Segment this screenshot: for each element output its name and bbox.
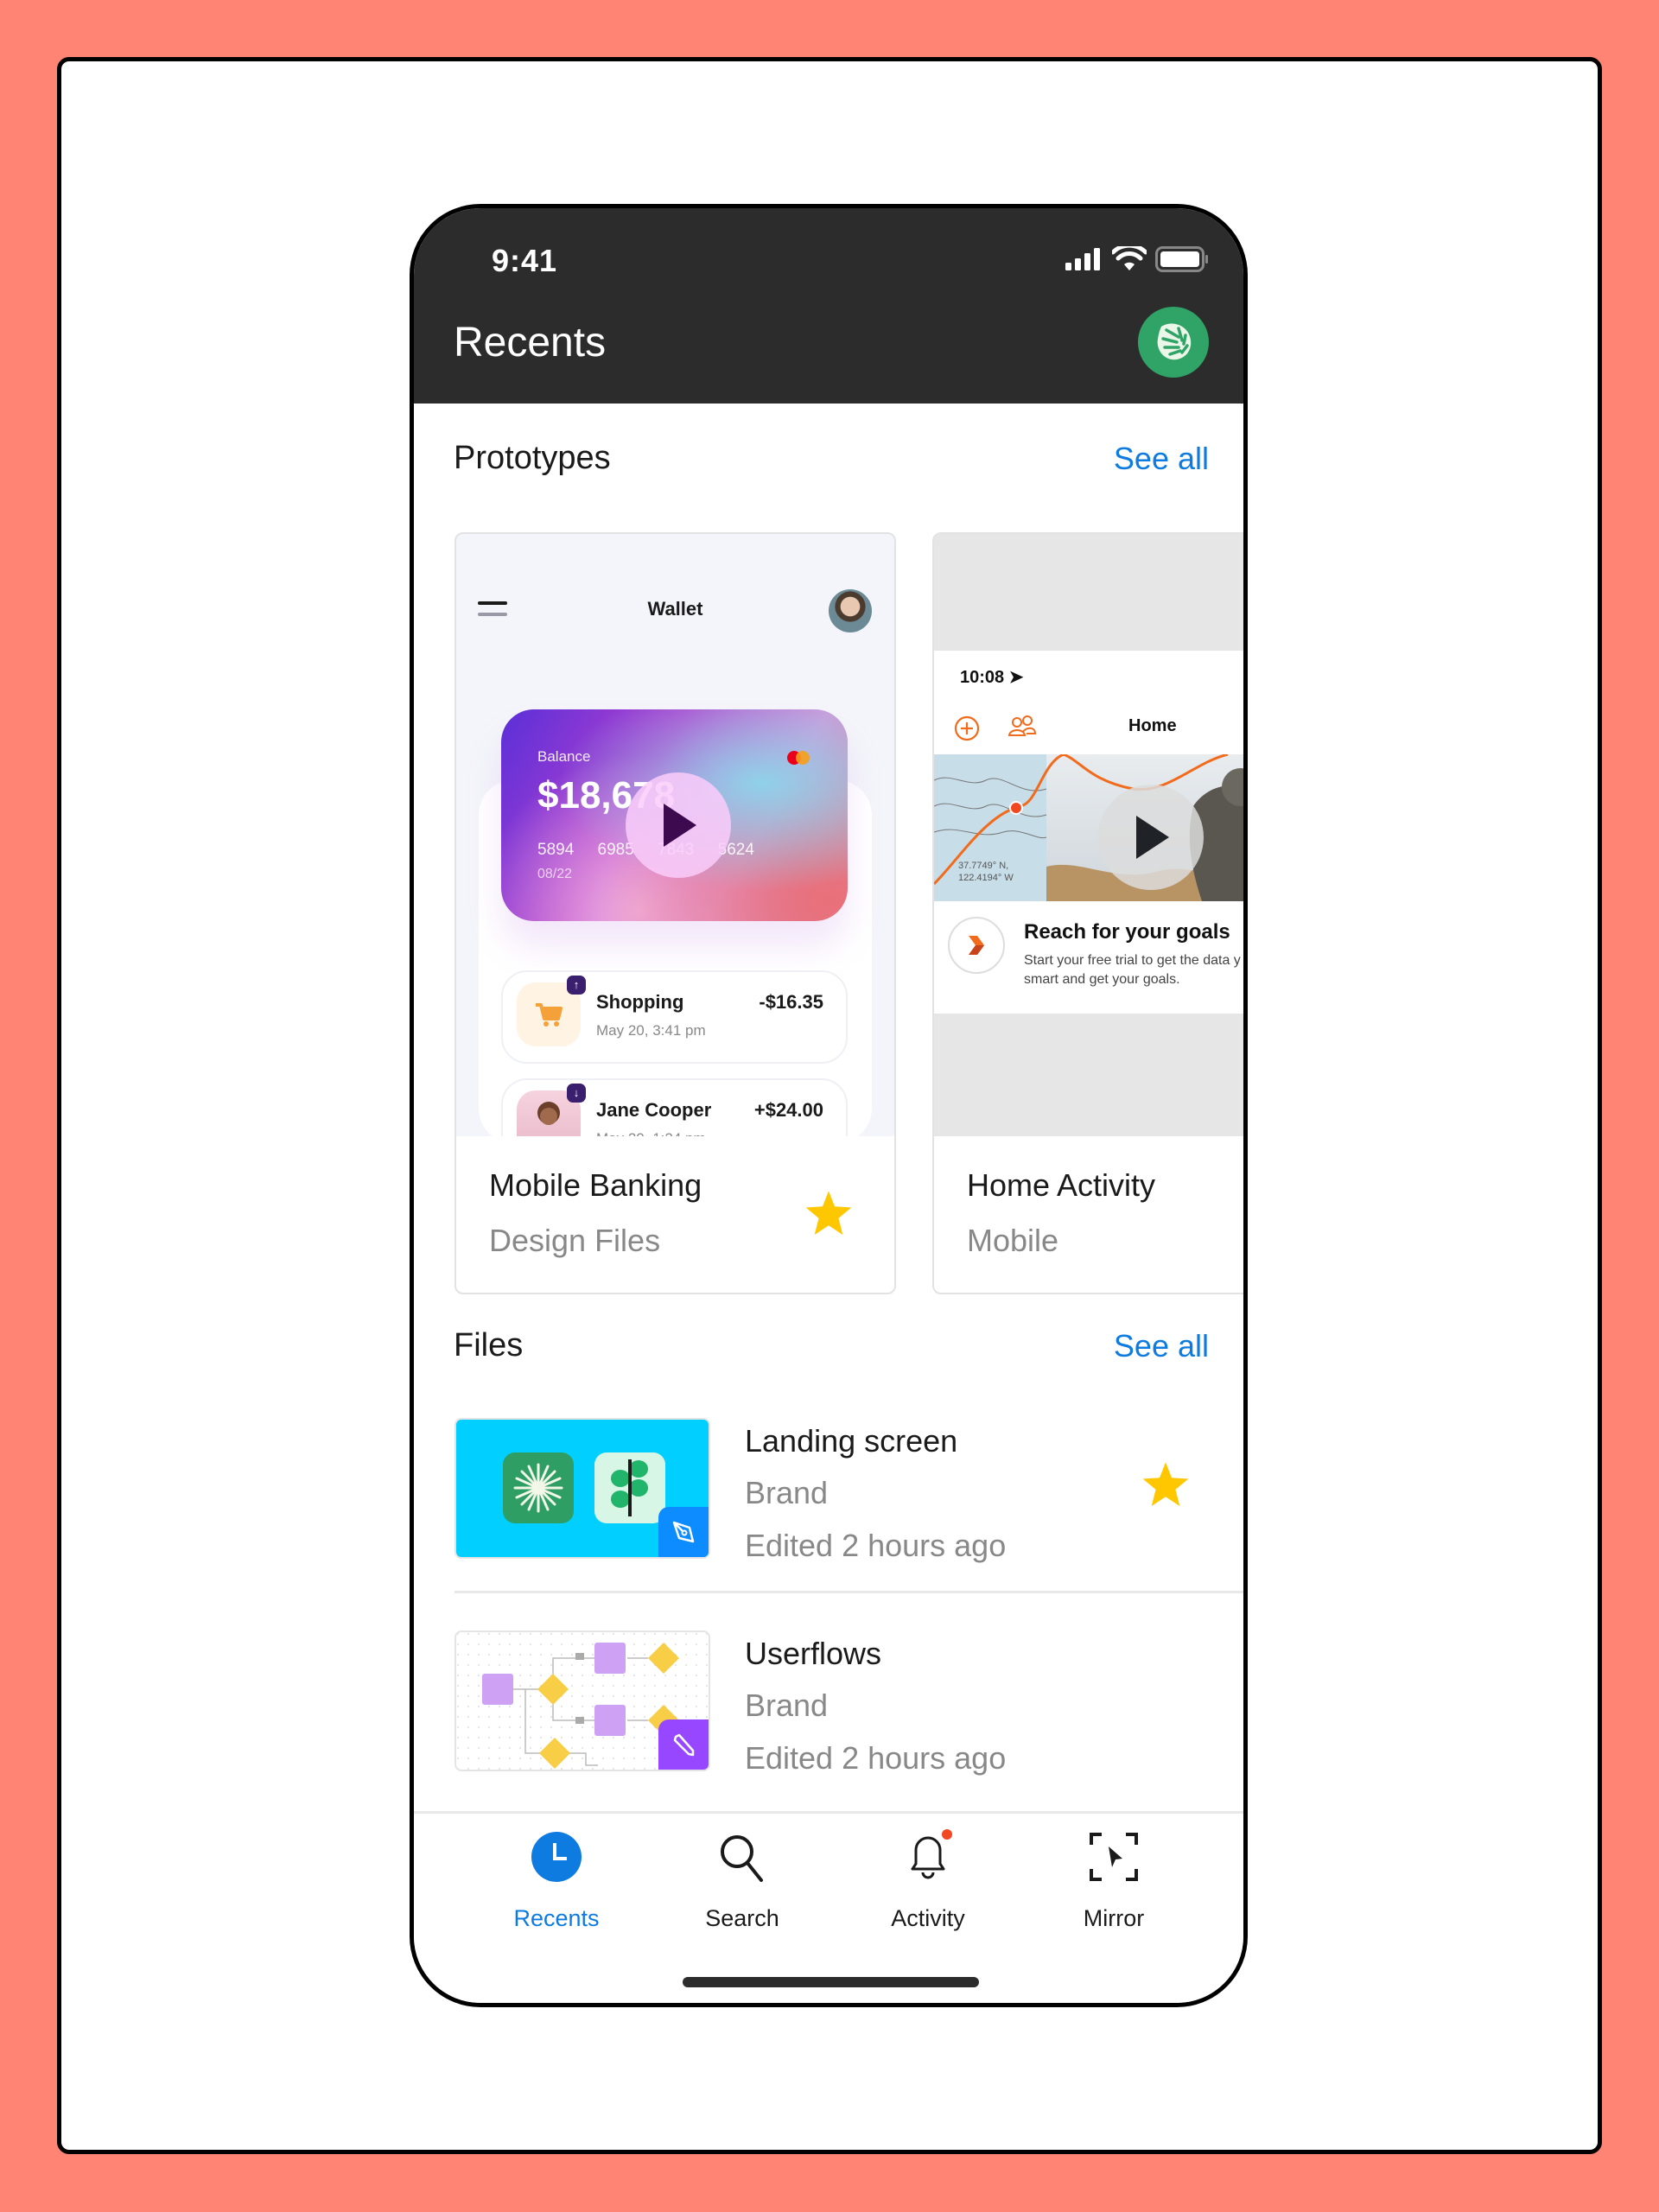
file-edited: Edited 2 hours ago	[745, 1740, 1007, 1776]
file-item-userflows[interactable]: Userflows Brand Edited 2 hours ago	[454, 1630, 1243, 1776]
tab-activity[interactable]: Activity	[855, 1814, 1001, 1943]
file-item-landing-screen[interactable]: Landing screen Brand Edited 2 hours ago	[454, 1418, 1243, 1563]
search-icon	[715, 1829, 770, 1885]
file-name: Landing screen	[745, 1423, 958, 1459]
card-info: Home Activity Mobile	[934, 1136, 1243, 1293]
prototype-card-home-activity[interactable]: 10:08 ➤ Home 37.7749° N, 122.4194° W Rea…	[932, 532, 1243, 1294]
add-circle-icon	[954, 715, 980, 741]
transaction-name: Jane Cooper	[596, 1099, 712, 1121]
tab-label: Mirror	[1083, 1905, 1145, 1931]
prototype-project: Design Files	[489, 1223, 661, 1258]
location-arrow-icon: ➤	[1008, 668, 1024, 687]
mastercard-icon	[787, 751, 811, 765]
cellular-signal-icon	[1065, 248, 1100, 270]
map-coordinates: 37.7749° N, 122.4194° W	[958, 861, 1014, 883]
people-icon	[1007, 715, 1037, 736]
balance-label: Balance	[537, 748, 591, 765]
transaction-amount: +$24.00	[753, 1099, 823, 1121]
star-icon[interactable]	[1141, 1461, 1190, 1512]
marker-icon	[658, 1719, 709, 1770]
play-button[interactable]	[626, 772, 731, 878]
card-expiry: 08/22	[537, 867, 573, 881]
goal-chevron-icon	[948, 917, 1005, 974]
clock-icon	[529, 1829, 584, 1885]
section-title-prototypes: Prototypes	[454, 440, 611, 476]
mirror-icon	[1086, 1829, 1141, 1885]
goal-text: Start your free trial to get the data y …	[1024, 953, 1241, 987]
preview-time: 10:08 ➤	[960, 668, 1024, 687]
file-name: Userflows	[745, 1636, 882, 1671]
home-indicator[interactable]	[683, 1977, 979, 1987]
prototype-project: Mobile	[967, 1223, 1059, 1258]
tab-recents[interactable]: Recents	[483, 1814, 630, 1943]
wifi-icon	[1112, 246, 1147, 270]
wallet-avatar	[829, 589, 872, 632]
file-team: Brand	[745, 1475, 829, 1510]
prototype-preview-home: 10:08 ➤ Home 37.7749° N, 122.4194° W Rea…	[934, 534, 1243, 1136]
tab-label: Search	[705, 1905, 779, 1931]
transaction-name: Shopping	[596, 991, 684, 1013]
files-header: Files See all	[454, 1327, 1209, 1364]
status-time: 9:41	[492, 243, 558, 278]
prototype-preview-wallet: Wallet Balance $18,678 5894 6985 7843 56…	[456, 534, 894, 1136]
transaction-date: May 20, 1:24 pm	[596, 1130, 706, 1136]
star-icon[interactable]	[804, 1190, 853, 1241]
file-team: Brand	[745, 1688, 829, 1723]
notification-dot	[942, 1829, 952, 1840]
file-edited: Edited 2 hours ago	[745, 1528, 1007, 1563]
arrow-up-icon: ↑	[567, 976, 586, 995]
arrow-down-icon: ↓	[567, 1084, 586, 1103]
tab-mirror[interactable]: Mirror	[1040, 1814, 1187, 1943]
prototype-card-mobile-banking[interactable]: Wallet Balance $18,678 5894 6985 7843 56…	[454, 532, 896, 1294]
goal-title: Reach for your goals	[1024, 920, 1230, 944]
play-icon	[1136, 816, 1169, 859]
transaction-date: May 20, 3:41 pm	[596, 1022, 706, 1039]
file-thumbnail	[454, 1630, 710, 1771]
phone-frame: 9:41 Recents Prototypes See all Wallet B…	[410, 204, 1248, 2007]
prototypes-header: Prototypes See all	[454, 440, 1209, 477]
tab-label: Recents	[513, 1905, 600, 1931]
transaction-amount: -$16.35	[759, 991, 823, 1013]
monstera-leaf-icon	[1157, 323, 1192, 360]
section-title-files: Files	[454, 1327, 524, 1363]
page-title: Recents	[454, 320, 607, 365]
status-icons	[1065, 246, 1209, 272]
user-avatar[interactable]	[1138, 307, 1209, 378]
tab-label: Activity	[891, 1905, 965, 1931]
transaction-row: ↑ Shopping May 20, 3:41 pm -$16.35	[501, 970, 848, 1064]
play-button[interactable]	[1098, 785, 1204, 890]
files-see-all-link[interactable]: See all	[1114, 1328, 1209, 1364]
bell-icon	[900, 1829, 956, 1885]
play-icon	[664, 804, 696, 847]
battery-icon	[1155, 246, 1208, 272]
prototype-name: Home Activity	[967, 1167, 1156, 1203]
transaction-row: ↓ Jane Cooper May 20, 1:24 pm +$24.00	[501, 1078, 848, 1136]
prototypes-see-all-link[interactable]: See all	[1114, 441, 1209, 477]
file-thumbnail	[454, 1418, 710, 1559]
preview-title: Home	[1128, 716, 1177, 735]
tab-search[interactable]: Search	[669, 1814, 816, 1943]
list-divider	[454, 1591, 1243, 1593]
pen-tool-icon	[658, 1507, 709, 1557]
app-header: 9:41 Recents	[414, 208, 1243, 404]
prototype-name: Mobile Banking	[489, 1167, 702, 1203]
card-info: Mobile Banking Design Files	[456, 1136, 894, 1293]
